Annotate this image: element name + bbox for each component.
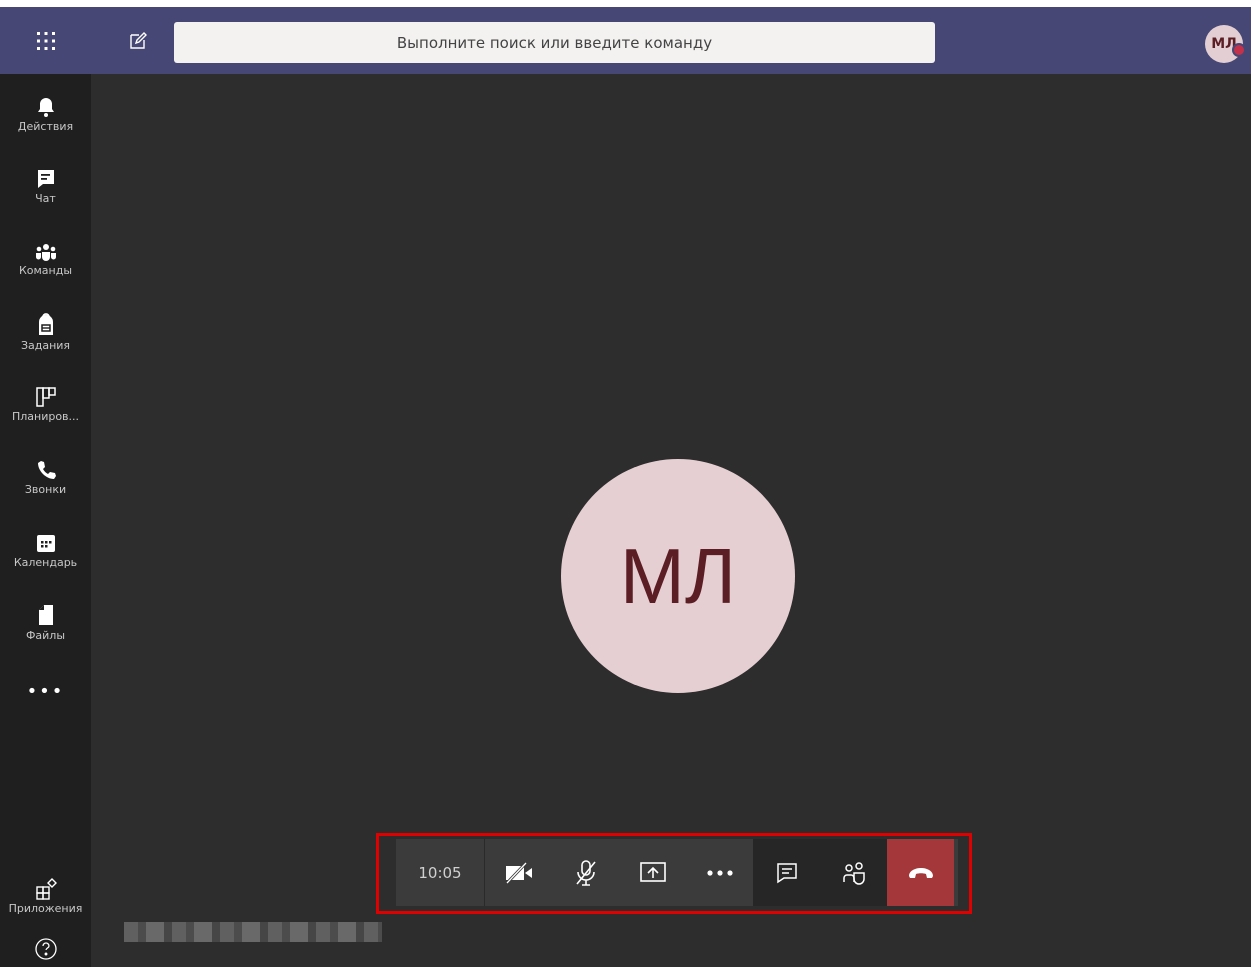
camera-off-icon	[505, 861, 532, 884]
rail-item-chat[interactable]: Чат	[0, 156, 91, 216]
rail-item-apps[interactable]: Приложения	[0, 866, 91, 926]
more-icon: •••	[26, 680, 65, 702]
backpack-icon	[38, 312, 53, 335]
participant-initials: МЛ	[619, 531, 737, 620]
mic-toggle-button[interactable]	[552, 839, 619, 906]
calendar-icon	[36, 534, 55, 552]
app-rail: Действия Чат Команды Задания Планиров...…	[0, 74, 91, 967]
rail-label: Файлы	[25, 628, 66, 642]
apps-icon	[35, 877, 57, 900]
rail-item-calendar[interactable]: Календарь	[0, 520, 91, 580]
participants-icon	[842, 861, 865, 885]
show-conversation-button[interactable]	[753, 839, 820, 906]
share-screen-icon	[639, 861, 666, 882]
rail-item-activity[interactable]: Действия	[0, 84, 91, 144]
help-button[interactable]	[0, 932, 91, 967]
participant-avatar: МЛ	[561, 459, 795, 693]
chat-bubble-icon	[776, 862, 797, 883]
planner-icon	[35, 386, 56, 407]
file-icon	[38, 604, 53, 625]
rail-item-planner[interactable]: Планиров...	[0, 374, 91, 434]
more-apps-button[interactable]: •••	[0, 661, 91, 721]
presence-status-dot	[1232, 43, 1246, 57]
call-controls-toolbar: 10:05	[396, 839, 958, 906]
top-bar: Выполните поиск или введите команду МЛ	[0, 7, 1251, 74]
more-icon	[706, 869, 733, 876]
share-screen-button[interactable]	[619, 839, 686, 906]
more-actions-button[interactable]	[686, 839, 753, 906]
bell-icon	[37, 97, 54, 117]
mic-off-icon	[575, 859, 596, 886]
participant-name-blurred	[124, 922, 382, 942]
rail-label: Команды	[18, 263, 73, 277]
call-duration: 10:05	[396, 839, 485, 906]
rail-item-assignments[interactable]: Задания	[0, 302, 91, 362]
rail-label: Календарь	[13, 555, 78, 569]
camera-toggle-button[interactable]	[485, 839, 552, 906]
help-icon	[34, 937, 57, 960]
profile-avatar[interactable]: МЛ	[1205, 25, 1246, 63]
phone-icon	[37, 460, 56, 479]
rail-label: Планиров...	[11, 409, 80, 423]
chat-icon	[37, 169, 54, 188]
rail-label: Чат	[35, 191, 56, 205]
rail-item-teams[interactable]: Команды	[0, 229, 91, 289]
rail-label: Задания	[20, 338, 71, 352]
teams-icon	[35, 243, 56, 261]
rail-label: Приложения	[8, 901, 83, 915]
new-chat-icon[interactable]	[118, 26, 158, 56]
hang-up-icon	[908, 867, 933, 878]
rail-label: Действия	[17, 119, 74, 133]
app-launcher-icon[interactable]	[0, 7, 91, 74]
rail-item-files[interactable]: Файлы	[0, 592, 91, 652]
rail-item-calls[interactable]: Звонки	[0, 447, 91, 507]
hang-up-button[interactable]	[887, 839, 954, 906]
rail-label: Звонки	[24, 482, 67, 496]
search-input[interactable]: Выполните поиск или введите команду	[174, 22, 935, 63]
show-participants-button[interactable]	[820, 839, 887, 906]
